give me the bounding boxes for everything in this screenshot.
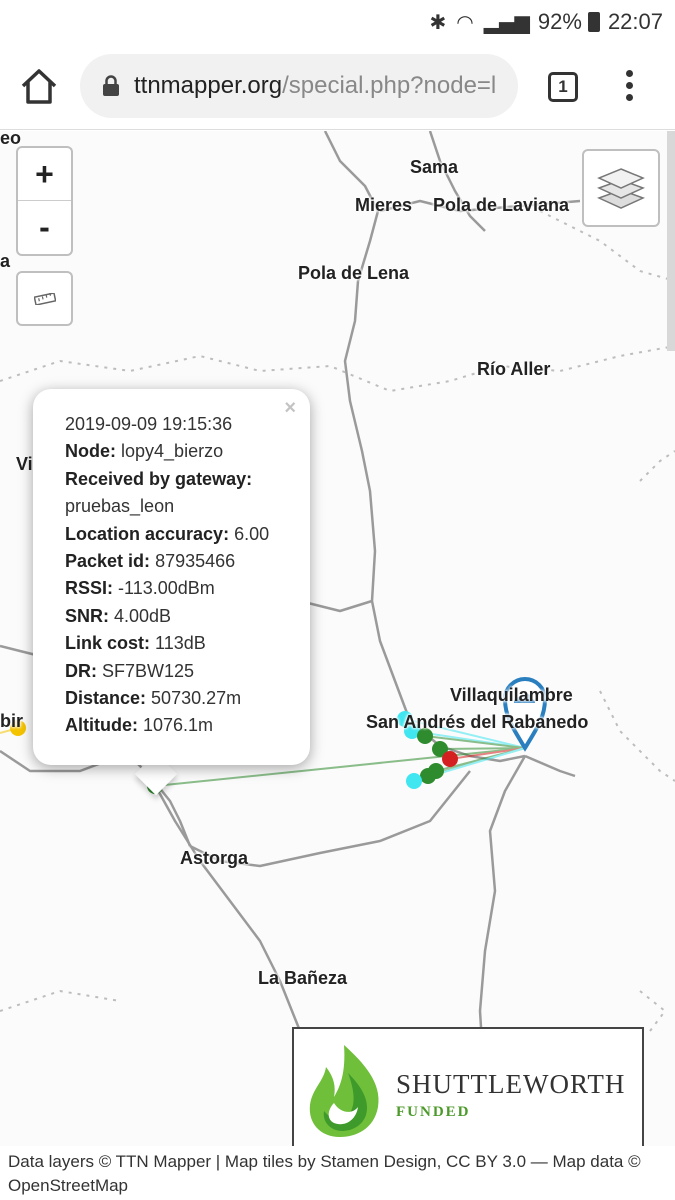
popup-row: SNR: 4.00dB: [65, 603, 310, 630]
lock-icon: [103, 75, 119, 96]
sponsor-subtitle: FUNDED: [396, 1104, 471, 1120]
popup-row-value: 1076.1m: [143, 715, 214, 736]
sponsor-logo[interactable]: SHUTTLEWORTH FUNDED: [292, 1027, 644, 1146]
place-label: Pola de Lena: [298, 263, 410, 283]
popup-row: Altitude: 1076.1m: [65, 712, 310, 739]
attribution-sep: ,: [436, 1152, 447, 1171]
place-label: bir: [0, 711, 24, 731]
popup-row: DR: SF7BW125: [65, 658, 310, 685]
battery-percent: 92%: [537, 9, 582, 34]
popup-row-value: 50730.27m: [151, 688, 242, 709]
attribution-prefix: Data layers © TTN Mapper | Map tiles by: [8, 1152, 321, 1171]
packet-popup: × 2019-09-09 19:15:36 Node: lopy4_bierzo…: [33, 389, 310, 765]
zoom-out-button[interactable]: -: [18, 201, 71, 254]
popup-row: Location accuracy: 6.00: [65, 521, 310, 548]
popup-row-label: Received by gateway:: [65, 468, 253, 489]
stamen-link[interactable]: Stamen Design: [320, 1152, 436, 1171]
marker-green[interactable]: [420, 768, 436, 784]
popup-row-label: Link cost:: [65, 633, 151, 654]
url-path: /special.php?node=l: [282, 72, 497, 99]
popup-row-value: 4.00dB: [114, 605, 172, 626]
measure-button[interactable]: [16, 271, 73, 326]
popup-row-label: Node:: [65, 441, 116, 462]
popup-row: Link cost: 113dB: [65, 630, 310, 657]
map-attribution: Data layers © TTN Mapper | Map tiles by …: [0, 1146, 675, 1200]
battery-icon: [587, 12, 600, 32]
layers-button[interactable]: [582, 149, 660, 227]
sponsor-title: SHUTTLEWORTH: [396, 1069, 626, 1099]
place-label: San Andrés del Rabanedo: [366, 712, 589, 732]
url-host: ttnmapper.org: [134, 72, 283, 99]
tab-switcher-button[interactable]: 1: [548, 72, 578, 102]
marker-red[interactable]: [442, 751, 458, 767]
place-label: Pola de Laviana: [433, 195, 570, 215]
place-label: a: [0, 251, 11, 271]
popup-row-value: pruebas_leon: [65, 496, 175, 517]
popup-row: RSSI: -113.00dBm: [65, 575, 310, 602]
place-label: Villaquilambre: [450, 685, 573, 705]
popup-row-value: lopy4_bierzo: [121, 441, 224, 462]
home-icon: [21, 69, 57, 104]
place-label: La Bañeza: [258, 968, 348, 988]
popup-row-value: -113.00dBm: [118, 578, 215, 599]
wifi-icon: ◠: [456, 10, 474, 34]
popup-row: Node: lopy4_bierzo: [65, 438, 310, 465]
popup-timestamp: 2019-09-09 19:15:36: [65, 414, 233, 434]
popup-row-value: SF7BW125: [102, 660, 195, 681]
marker-cyan[interactable]: [406, 773, 422, 789]
home-button[interactable]: [18, 66, 60, 108]
popup-row: Distance: 50730.27m: [65, 685, 310, 712]
address-bar[interactable]: ttnmapper.org/special.php?node=l: [80, 54, 518, 118]
popup-row-label: DR:: [65, 660, 97, 681]
popup-row-label: Location accuracy:: [65, 523, 230, 544]
flame-logo-icon: [309, 1045, 379, 1137]
popup-row-label: Altitude:: [65, 715, 138, 736]
osm-link[interactable]: OpenStreetMap: [8, 1176, 128, 1195]
place-label: Vi: [16, 454, 33, 474]
popup-row-label: RSSI:: [65, 578, 114, 599]
place-label: Río Aller: [477, 359, 551, 379]
popup-row: pruebas_leon: [65, 493, 310, 520]
popup-row: Received by gateway:: [65, 466, 310, 493]
zoom-in-button[interactable]: +: [18, 148, 71, 201]
license-link[interactable]: CC BY 3.0: [446, 1152, 526, 1171]
popup-row-label: Packet id:: [65, 551, 151, 572]
overflow-menu-button[interactable]: [614, 66, 644, 108]
status-bar: ✱ ◠ ▂▄▆ 92% 22:07: [0, 0, 675, 44]
attribution-mapdata: — Map data ©: [526, 1152, 641, 1171]
popup-row-value: 6.00: [234, 523, 270, 544]
popup-row-label: SNR:: [65, 605, 109, 626]
popup-row-value: 113dB: [155, 633, 206, 654]
place-label: Astorga: [180, 848, 249, 868]
popup-row: Packet id: 87935466: [65, 548, 310, 575]
clock: 22:07: [607, 9, 663, 34]
popup-row-value: 87935466: [155, 551, 236, 572]
bluetooth-icon: ✱: [429, 10, 447, 34]
popup-close-button[interactable]: ×: [284, 395, 296, 422]
ruler-icon: [33, 292, 56, 305]
zoom-control: + -: [16, 146, 73, 256]
map[interactable]: Sama Mieres Pola de Laviana Pola de Lena…: [0, 131, 675, 1146]
place-label: Sama: [410, 157, 459, 177]
place-label: Mieres: [355, 195, 413, 215]
signal-icon: ▂▄▆: [483, 10, 530, 34]
popup-row-label: Distance:: [65, 688, 147, 709]
browser-toolbar: ttnmapper.org/special.php?node=l 1: [0, 44, 675, 130]
layers-icon: [597, 168, 645, 209]
